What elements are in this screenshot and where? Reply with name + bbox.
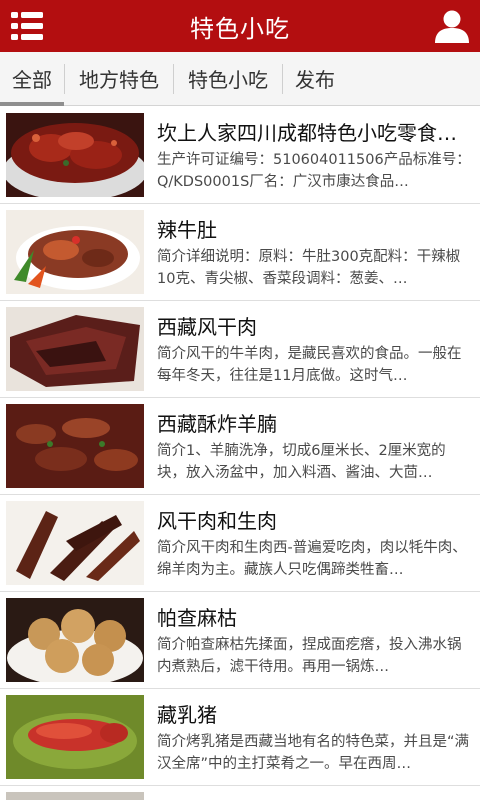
tab-snacks[interactable]: 特色小吃 bbox=[174, 52, 282, 106]
list-item[interactable]: 坎上人家四川成都特色小吃零食… 生产许可证编号：510604011506产品标准… bbox=[0, 107, 480, 204]
food-thumbnail bbox=[6, 307, 144, 391]
list-item[interactable]: 藏乳猪 简介烤乳猪是西藏当地有名的特色菜，并且是“满汉全席”中的主打菜肴之一。早… bbox=[0, 689, 480, 786]
list-item[interactable]: 帕查麻枯 简介帕查麻枯先揉面，捏成面疙瘩，投入沸水锅内煮熟后，滤干待用。再用一锅… bbox=[0, 592, 480, 689]
item-title: 西藏酥炸羊腩 bbox=[157, 412, 277, 436]
user-profile-icon[interactable] bbox=[432, 8, 472, 44]
item-description: 简介风干的牛羊肉，是藏民喜欢的食品。一般在每年冬天，往往是11月底做。这时气… bbox=[157, 346, 462, 384]
food-thumbnail bbox=[6, 113, 144, 197]
item-description: 简介烤乳猪是西藏当地有名的特色菜，并且是“满汉全席”中的主打菜肴之一。早在西周… bbox=[157, 734, 470, 772]
food-thumbnail bbox=[6, 598, 144, 682]
page-title: 特色小吃 bbox=[190, 14, 290, 43]
item-title: 藏乳猪 bbox=[157, 703, 217, 727]
item-description: 简介帕查麻枯先揉面，捏成面疙瘩，投入沸水锅内煮熟后，滤干待用。再用一锅炼… bbox=[157, 637, 462, 675]
tab-local-specialty[interactable]: 地方特色 bbox=[65, 52, 173, 106]
food-list: 坎上人家四川成都特色小吃零食… 生产许可证编号：510604011506产品标准… bbox=[0, 107, 480, 800]
list-item[interactable]: 西藏风干肉 简介风干的牛羊肉，是藏民喜欢的食品。一般在每年冬天，往往是11月底做… bbox=[0, 301, 480, 398]
list-item[interactable]: 辣牛肚 简介详细说明：原料：牛肚300克配料：干辣椒10克、青尖椒、香菜段调料：… bbox=[0, 204, 480, 301]
item-description: 简介风干肉和生肉西-普遍爱吃肉，肉以牦牛肉、绵羊肉为主。藏族人只吃偶蹄类牲畜… bbox=[157, 540, 467, 578]
item-title: 西藏风干肉 bbox=[157, 315, 257, 339]
food-thumbnail bbox=[6, 404, 144, 488]
list-item[interactable]: 西藏酥炸羊腩 简介1、羊腩洗净，切成6厘米长、2厘米宽的块，放入汤盆中，加入料酒… bbox=[0, 398, 480, 495]
food-thumbnail bbox=[6, 792, 144, 800]
item-title: 辣牛肚 bbox=[157, 218, 217, 242]
category-tabs: 全部 地方特色 特色小吃 发布 bbox=[0, 52, 480, 106]
item-title: 坎上人家四川成都特色小吃零食… bbox=[157, 121, 457, 145]
list-item[interactable] bbox=[0, 786, 480, 800]
food-thumbnail bbox=[6, 501, 144, 585]
item-description: 简介1、羊腩洗净，切成6厘米长、2厘米宽的块，放入汤盆中，加入料酒、酱油、大茴… bbox=[157, 443, 446, 481]
food-thumbnail bbox=[6, 695, 144, 779]
item-title: 帕查麻枯 bbox=[157, 606, 237, 630]
list-item[interactable]: 风干肉和生肉 简介风干肉和生肉西-普遍爱吃肉，肉以牦牛肉、绵羊肉为主。藏族人只吃… bbox=[0, 495, 480, 592]
list-menu-icon[interactable] bbox=[8, 8, 48, 44]
app-header: 特色小吃 bbox=[0, 0, 480, 52]
food-thumbnail bbox=[6, 210, 144, 294]
tab-all[interactable]: 全部 bbox=[0, 52, 64, 106]
item-description: 简介详细说明：原料：牛肚300克配料：干辣椒10克、青尖椒、香菜段调料：葱姜、… bbox=[157, 249, 461, 287]
tab-publish[interactable]: 发布 bbox=[283, 52, 347, 106]
item-description: 生产许可证编号：510604011506产品标准号：Q/KDS0001S厂名：广… bbox=[157, 152, 471, 190]
item-title: 风干肉和生肉 bbox=[157, 509, 277, 533]
